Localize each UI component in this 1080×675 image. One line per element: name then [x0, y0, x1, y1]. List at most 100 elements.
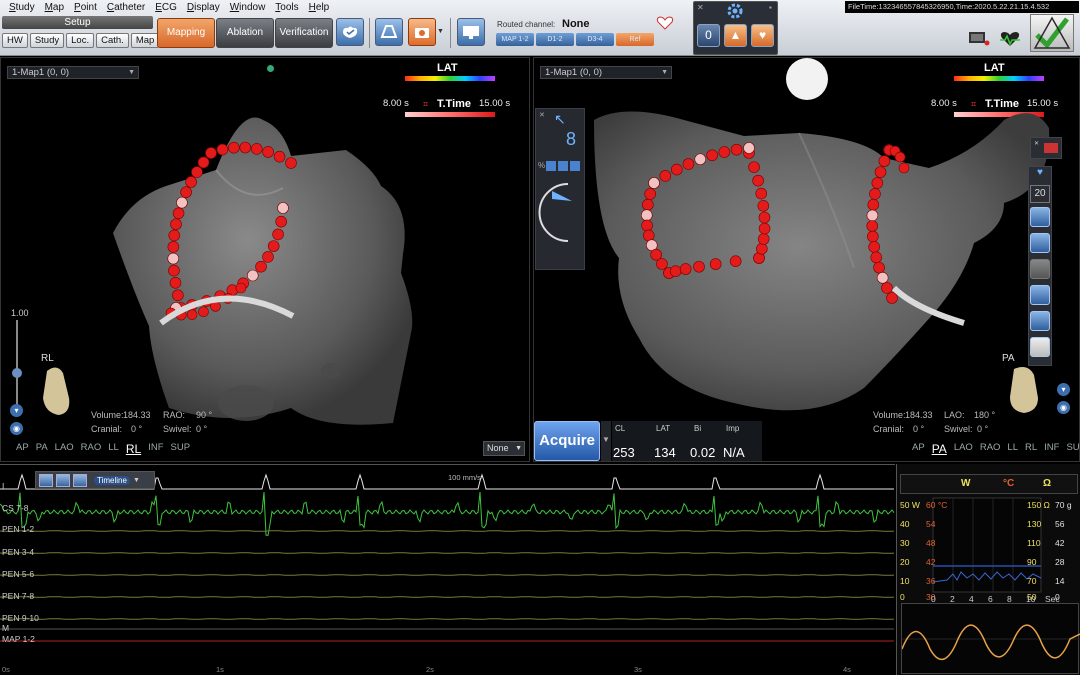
ablation-point[interactable]: [168, 229, 181, 242]
ablation-point[interactable]: [694, 153, 707, 166]
ablation-point[interactable]: [679, 263, 692, 275]
orient-lao[interactable]: LAO: [55, 442, 74, 456]
zoom-in-icon[interactable]: [39, 473, 53, 487]
ablation-point[interactable]: [755, 187, 768, 200]
orient-rl[interactable]: RL: [126, 442, 141, 456]
catheter-tool-icon[interactable]: [1030, 233, 1050, 253]
ablation-point[interactable]: [239, 141, 252, 154]
orient-ap[interactable]: AP: [16, 442, 29, 456]
tool-counter[interactable]: 20: [1030, 185, 1050, 203]
ecg-strip[interactable]: Timeline ▼ 100 mm/s I CS 7-8 PEN 1-2 PEN…: [0, 464, 895, 675]
freeze-icon[interactable]: [73, 473, 87, 487]
ablation-point[interactable]: [275, 215, 287, 228]
small-tool-box[interactable]: ✕: [1030, 137, 1062, 159]
dial-icon[interactable]: [538, 179, 583, 249]
orient-pa[interactable]: PA: [932, 442, 947, 456]
ablation-point[interactable]: [869, 188, 881, 200]
orient-ll[interactable]: LL: [1007, 442, 1018, 456]
ablation-point[interactable]: [758, 222, 771, 235]
ablation-point[interactable]: [866, 209, 879, 222]
right-3d-map-view[interactable]: 1-Map1 (0, 0) ▼ LAT 8.00 s ⌗ T.Time 15.0…: [533, 57, 1080, 462]
ablation-point[interactable]: [894, 151, 906, 163]
orient-sup[interactable]: SUP: [1066, 442, 1079, 456]
level-blocks[interactable]: [546, 161, 582, 171]
orient-rl[interactable]: RL: [1025, 442, 1037, 456]
camera-dropdown-icon[interactable]: ▼: [437, 28, 444, 35]
ablation-point[interactable]: [874, 166, 887, 178]
ablation-point[interactable]: [709, 258, 722, 270]
ablation-point[interactable]: [881, 282, 893, 294]
ablation-point[interactable]: [228, 141, 240, 154]
bell-icon[interactable]: ▲: [724, 24, 747, 47]
orient-lao[interactable]: LAO: [954, 442, 973, 456]
routed-channel-value[interactable]: None: [562, 18, 590, 30]
ablation-point[interactable]: [656, 258, 668, 270]
channel-chip[interactable]: D1-2: [536, 33, 574, 46]
shell-surface-icon[interactable]: [375, 18, 403, 46]
ablation-point[interactable]: [866, 220, 879, 232]
acquire-button[interactable]: Acquire: [534, 421, 600, 461]
ablation-point[interactable]: [644, 188, 657, 200]
ablation-point[interactable]: [867, 230, 879, 243]
ablation-point[interactable]: [191, 166, 203, 178]
ablation-point[interactable]: [748, 161, 760, 173]
ablation-point[interactable]: [669, 265, 682, 277]
menu-ecg[interactable]: ECG: [150, 1, 182, 14]
ablation-point[interactable]: [255, 260, 267, 273]
ablation-point[interactable]: [642, 198, 654, 211]
ablation-point[interactable]: [640, 209, 653, 222]
zoom-reset-button[interactable]: ◉: [1057, 401, 1070, 414]
ablation-point[interactable]: [886, 292, 898, 304]
ablation-point[interactable]: [758, 211, 771, 224]
cath-button[interactable]: Cath.: [96, 33, 129, 48]
loc-button[interactable]: Loc.: [66, 33, 95, 48]
ablation-point[interactable]: [198, 306, 209, 318]
hw-button[interactable]: HW: [2, 33, 28, 48]
ablation-point[interactable]: [262, 251, 274, 263]
menu-help[interactable]: Help: [304, 1, 335, 14]
record-tool-icon[interactable]: [1030, 311, 1050, 331]
orient-ll[interactable]: LL: [108, 442, 119, 456]
ablation-point[interactable]: [172, 289, 184, 302]
orient-inf[interactable]: INF: [1044, 442, 1059, 456]
close-icon[interactable]: ✕: [539, 111, 545, 119]
ablation-point[interactable]: [706, 149, 719, 162]
ablation-point[interactable]: [272, 228, 284, 241]
expand-icon[interactable]: ▪: [769, 3, 772, 12]
ablation-mode-button[interactable]: Ablation: [216, 18, 274, 48]
channel-chip[interactable]: MAP 1-2: [496, 33, 534, 46]
ablation-point[interactable]: [170, 218, 182, 231]
heart-cloud-icon[interactable]: [336, 18, 364, 46]
ablation-point[interactable]: [868, 241, 880, 253]
ablation-point[interactable]: [205, 147, 217, 159]
grid-tool-icon[interactable]: [1030, 207, 1050, 227]
verification-mode-button[interactable]: Verification: [275, 18, 333, 48]
ablation-point[interactable]: [867, 198, 880, 211]
menu-map[interactable]: Map: [40, 1, 69, 14]
ablation-point[interactable]: [180, 186, 192, 198]
heart-tag-tool-icon[interactable]: [1030, 337, 1050, 357]
ablation-point[interactable]: [743, 142, 755, 154]
orient-rao[interactable]: RAO: [81, 442, 102, 456]
heart-icon[interactable]: [656, 16, 674, 33]
ablation-point[interactable]: [756, 243, 768, 255]
menu-window[interactable]: Window: [225, 1, 271, 14]
ablation-point[interactable]: [873, 261, 885, 274]
ablation-point[interactable]: [641, 219, 653, 232]
zoom-slider-track[interactable]: [16, 320, 18, 405]
ablation-point[interactable]: [169, 276, 182, 289]
ablation-point[interactable]: [729, 255, 742, 267]
menu-tools[interactable]: Tools: [270, 1, 303, 14]
menu-display[interactable]: Display: [182, 1, 225, 14]
ablation-point[interactable]: [176, 196, 188, 209]
ablation-point[interactable]: [167, 241, 180, 253]
ablation-point[interactable]: [185, 176, 197, 188]
mapping-mode-button[interactable]: Mapping: [157, 18, 215, 48]
ablation-point[interactable]: [878, 155, 891, 167]
zoom-reset-button[interactable]: ◉: [10, 422, 23, 435]
zoom-out-button[interactable]: ▾: [1057, 383, 1070, 396]
channel-chip[interactable]: D3-4: [576, 33, 614, 46]
ablation-point[interactable]: [197, 156, 210, 169]
ablation-point[interactable]: [273, 150, 286, 163]
zoom-out-icon[interactable]: [56, 473, 70, 487]
